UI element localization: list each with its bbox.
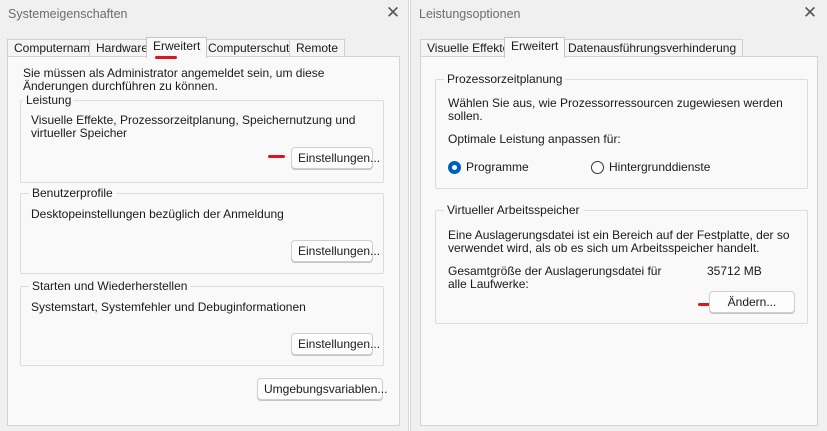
paging-file-total-value: 35712 MB (707, 264, 762, 278)
close-icon[interactable]: ✕ (800, 3, 820, 23)
tab-computerschutz[interactable]: Computerschutz (201, 39, 303, 57)
system-properties-tabs: Computername Hardware Erweitert Computer… (0, 37, 408, 58)
paging-file-total-label: Gesamtgröße der Auslagerungsdatei für al… (448, 264, 662, 291)
admin-notice: Sie müssen als Administrator angemeldet … (23, 66, 325, 93)
tab-dep[interactable]: Datenausführungsverhinderung (561, 39, 744, 57)
tab-visual-effects[interactable]: Visuelle Effekte (420, 39, 517, 57)
window-title: Systemeigenschaften (8, 7, 128, 21)
radio-selected-icon[interactable] (448, 160, 461, 174)
user-profiles-legend: Benutzerprofile (29, 186, 116, 200)
system-properties-window: Systemeigenschaften ✕ Computername Hardw… (0, 0, 408, 431)
radio-programs[interactable]: Programme (448, 160, 529, 174)
startup-recovery-description: Systemstart, Systemfehler und Debuginfor… (31, 300, 306, 314)
user-profiles-description: Desktopeinstellungen bezüglich der Anmel… (31, 207, 284, 221)
processor-scheduling-description: Wählen Sie aus, wie Prozessorressourcen … (448, 96, 783, 123)
radio-background-services[interactable]: Hintergrunddienste (591, 160, 710, 174)
performance-options-titlebar: Leistungsoptionen ✕ (411, 0, 827, 30)
close-icon[interactable]: ✕ (383, 3, 403, 23)
tab-remote[interactable]: Remote (289, 39, 346, 57)
environment-variables-button[interactable]: Umgebungsvariablen... (257, 378, 387, 400)
virtual-memory-legend: Virtueller Arbeitsspeicher (444, 203, 583, 217)
advanced-panel: Prozessorzeitplanung Wählen Sie aus, wie… (420, 56, 818, 426)
radio-unselected-icon[interactable] (591, 160, 604, 174)
performance-options-window: Leistungsoptionen ✕ Visuelle Effekte Erw… (411, 0, 827, 431)
performance-settings-button[interactable]: Einstellungen... (291, 147, 380, 169)
processor-scheduling-group: Prozessorzeitplanung Wählen Sie aus, wie… (435, 72, 808, 189)
system-properties-titlebar: Systemeigenschaften ✕ (0, 0, 408, 30)
change-button[interactable]: Ändern... (709, 291, 795, 313)
startup-recovery-settings-button[interactable]: Einstellungen... (291, 333, 380, 355)
performance-description: Visuelle Effekte, Prozessorzeitplanung, … (31, 113, 356, 140)
radio-programs-label: Programme (466, 160, 529, 174)
startup-recovery-legend: Starten und Wiederherstellen (29, 279, 191, 293)
performance-options-tabs: Visuelle Effekte Erweitert Datenausführu… (411, 37, 827, 58)
annotation-dash-performance (268, 155, 285, 158)
radio-background-services-label: Hintergrunddienste (609, 160, 711, 174)
tab-erweitert[interactable]: Erweitert (504, 37, 566, 58)
virtual-memory-group: Virtueller Arbeitsspeicher Eine Auslager… (435, 203, 808, 324)
performance-legend: Leistung (23, 93, 75, 107)
user-profiles-settings-button[interactable]: Einstellungen... (291, 240, 380, 262)
performance-group: Leistung Visuelle Effekte, Prozessorzeit… (20, 93, 384, 183)
tab-erweitert[interactable]: Erweitert (146, 37, 208, 58)
startup-recovery-group: Starten und Wiederherstellen Systemstart… (20, 279, 384, 366)
processor-scheduling-legend: Prozessorzeitplanung (444, 72, 566, 86)
virtual-memory-description: Eine Auslagerungsdatei ist ein Bereich a… (448, 228, 790, 255)
window-title: Leistungsoptionen (419, 7, 521, 21)
adjust-for-label: Optimale Leistung anpassen für: (448, 132, 621, 146)
advanced-panel: Sie müssen als Administrator angemeldet … (7, 56, 400, 426)
annotation-underline-tab (155, 56, 177, 59)
user-profiles-group: Benutzerprofile Desktopeinstellungen bez… (20, 186, 384, 274)
